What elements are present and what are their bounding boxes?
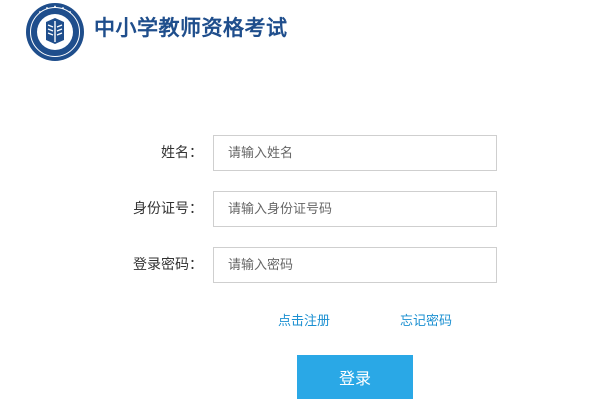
form-row-name: 姓名：	[0, 135, 600, 171]
id-number-input[interactable]	[213, 191, 497, 227]
id-number-label: 身份证号：	[133, 201, 203, 217]
password-input[interactable]	[213, 247, 497, 283]
site-header: 中小学教师资格考试	[0, 0, 600, 64]
form-row-password: 登录密码：	[0, 247, 600, 283]
register-link[interactable]: 点击注册	[278, 313, 330, 331]
site-title: 中小学教师资格考试	[94, 16, 288, 40]
form-row-id-number: 身份证号：	[0, 191, 600, 227]
name-label: 姓名：	[161, 145, 203, 161]
forgot-password-link[interactable]: 忘记密码	[400, 313, 452, 331]
login-button[interactable]: 登录	[297, 355, 413, 399]
teacher-qualification-emblem-icon	[26, 3, 84, 61]
password-label: 登录密码：	[133, 257, 203, 273]
name-input[interactable]	[213, 135, 497, 171]
